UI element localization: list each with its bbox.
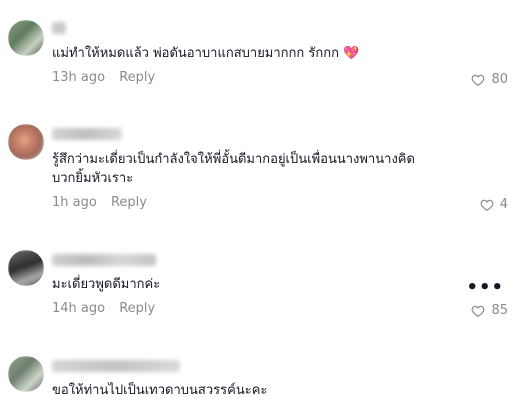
comment-text: ขอให้ท่านไปเป็นเทวดาบนสวรรค์นะคะ	[52, 383, 268, 398]
avatar[interactable]	[8, 356, 44, 392]
like-button[interactable]: 85	[471, 303, 508, 318]
avatar[interactable]	[8, 20, 44, 56]
heart-emoji: 💖	[343, 46, 360, 61]
comment-time: 14h ago	[52, 301, 106, 316]
comment-text: มะเดี่ยวพูดดีมากค่ะ	[52, 277, 161, 292]
comment-text: แม่ทำให้หมดแล้ว พ่อดันอาบาแกสบายมากกก รั…	[52, 46, 360, 61]
comment-time: 1h ago	[52, 195, 97, 210]
like-button[interactable]: 4	[480, 197, 508, 212]
like-count: 4	[499, 197, 508, 212]
comment-meta: 1h ago Reply	[52, 195, 147, 210]
like-count: 80	[491, 72, 508, 87]
avatar[interactable]	[8, 250, 44, 286]
like-count: 85	[491, 303, 508, 318]
username-blurred[interactable]	[52, 360, 180, 372]
more-options-icon[interactable]: •••	[466, 279, 504, 297]
heart-icon	[472, 305, 485, 317]
heart-icon	[472, 74, 485, 86]
username-blurred[interactable]	[52, 22, 66, 34]
comment-meta: 13h ago Reply	[52, 70, 155, 85]
avatar[interactable]	[8, 124, 44, 160]
comment-text: รู้สึกว่ามะเดี่ยวเป็นกำลังใจให้พี่อั้นดี…	[52, 152, 415, 186]
heart-icon	[480, 199, 494, 211]
like-button[interactable]: 80	[471, 72, 508, 87]
comment-meta: 14h ago Reply	[52, 301, 155, 316]
reply-button[interactable]: Reply	[119, 301, 155, 316]
username-blurred[interactable]	[52, 128, 122, 140]
reply-button[interactable]: Reply	[111, 195, 147, 210]
comment-time: 13h ago	[52, 70, 106, 85]
username-blurred[interactable]	[52, 254, 156, 266]
reply-button[interactable]: Reply	[119, 70, 155, 85]
